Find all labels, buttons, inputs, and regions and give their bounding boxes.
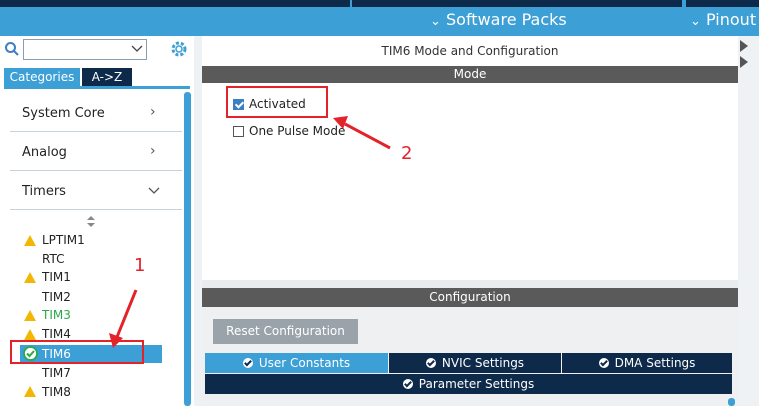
annotation-arrow-2 [333, 116, 391, 150]
annotation-arrows [109, 116, 391, 348]
annotation-arrow-1 [109, 289, 138, 348]
